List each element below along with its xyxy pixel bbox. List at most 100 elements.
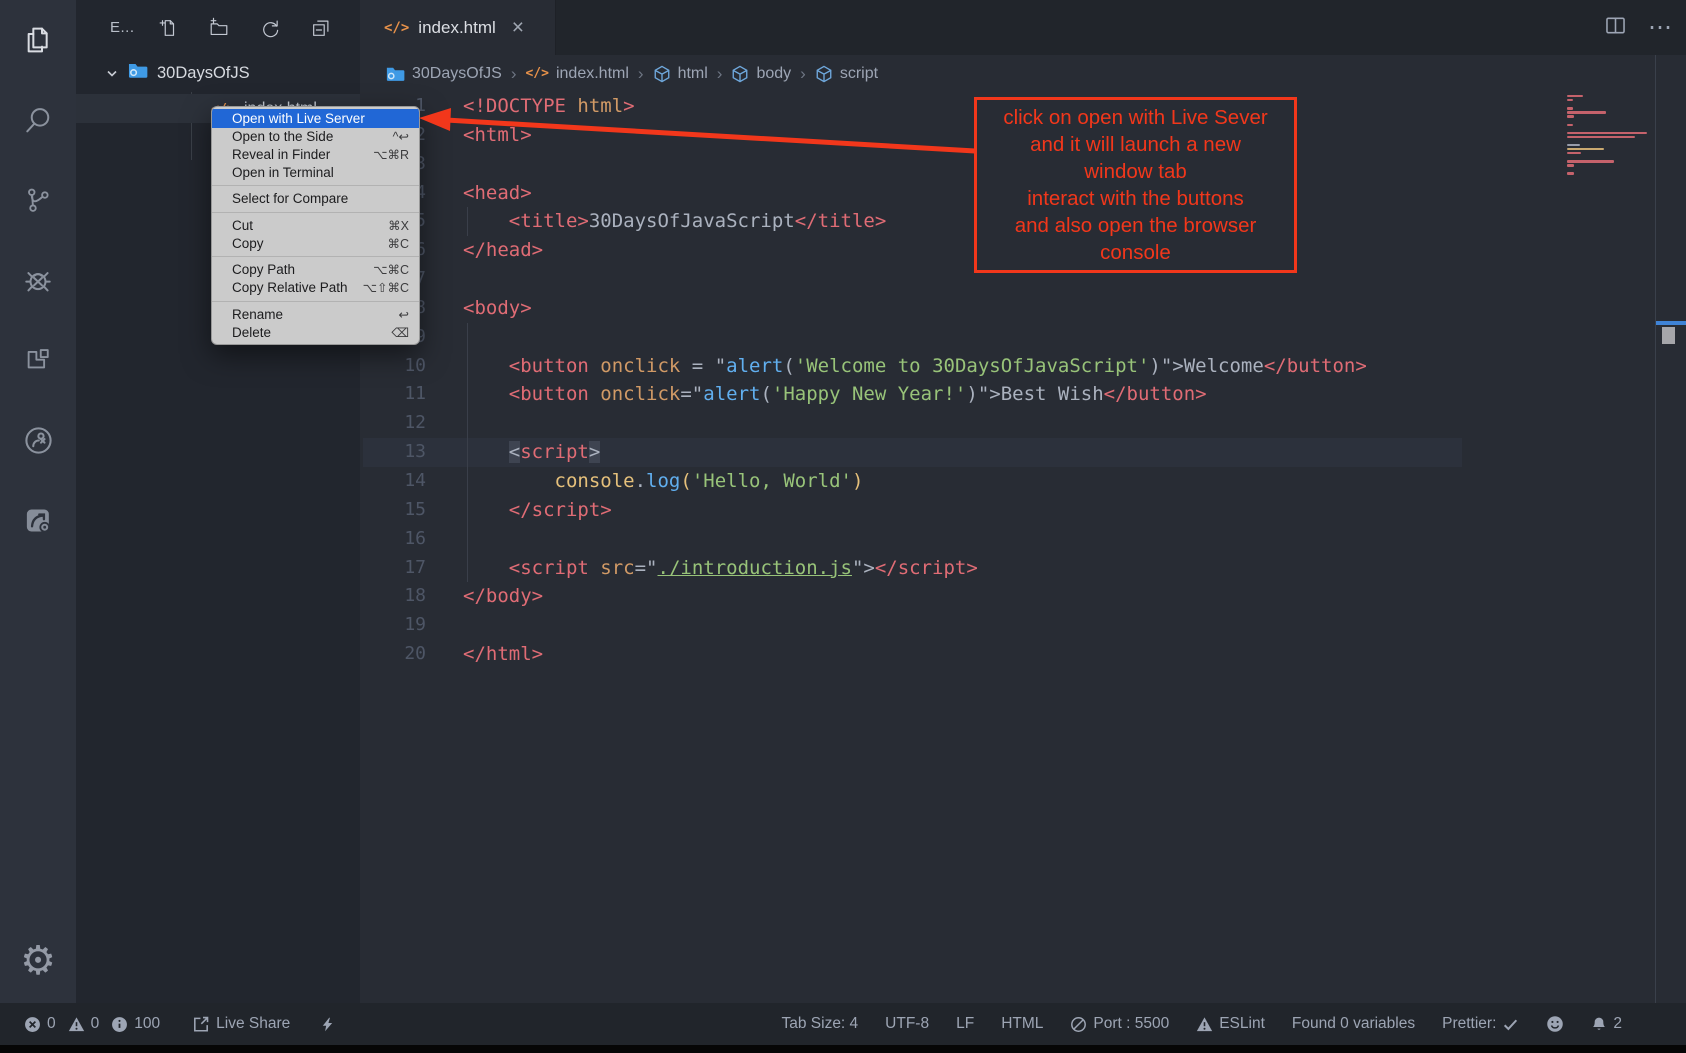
menu-item-delete[interactable]: Delete⌫: [212, 323, 419, 341]
symbol-cube-icon: [731, 65, 749, 83]
code-line-13[interactable]: 13 <script>: [360, 438, 1686, 467]
code-line-18[interactable]: 18 </body>: [360, 582, 1686, 611]
minimap-line: [1567, 132, 1647, 134]
menu-item-open-with-live-server[interactable]: Open with Live Server: [212, 109, 419, 128]
menu-item-reveal-in-finder[interactable]: Reveal in Finder⌥⌘R: [212, 146, 419, 164]
status-variables[interactable]: Found 0 variables: [1292, 1015, 1415, 1033]
menu-item-label: Copy: [232, 236, 387, 251]
status-port[interactable]: Port : 5500: [1070, 1015, 1169, 1033]
status-warnings[interactable]: 0: [68, 1015, 100, 1033]
root-folder-label: 30DaysOfJS: [157, 64, 250, 83]
code-line-14[interactable]: 14 console.log('Hello, World'): [360, 467, 1686, 496]
menu-item-copy[interactable]: Copy⌘C: [212, 234, 419, 252]
code-line-10[interactable]: 10 <button onclick = "alert('Welcome to …: [360, 352, 1686, 381]
status-errors[interactable]: 0: [24, 1015, 56, 1033]
menu-item-cut[interactable]: Cut⌘X: [212, 217, 419, 235]
status-label: LF: [956, 1015, 974, 1033]
menu-item-label: Delete: [232, 325, 391, 340]
indent-guide: [467, 323, 468, 352]
menu-item-select-for-compare[interactable]: Select for Compare: [212, 190, 419, 208]
settings-gear-icon[interactable]: ⚙: [0, 941, 76, 981]
minimap-line: [1567, 136, 1635, 138]
code-line-15[interactable]: 15 </script>: [360, 496, 1686, 525]
new-folder-icon[interactable]: [208, 17, 230, 39]
menu-item-label: Open with Live Server: [232, 111, 409, 126]
status-eol[interactable]: LF: [956, 1015, 974, 1033]
status-infos[interactable]: 100: [111, 1015, 160, 1033]
line-number: 20: [360, 640, 426, 669]
status-encoding[interactable]: UTF-8: [885, 1015, 929, 1033]
code-line-19[interactable]: 19: [360, 611, 1686, 640]
status-feedback[interactable]: [1546, 1015, 1564, 1033]
tab-close-icon[interactable]: ×: [512, 17, 524, 38]
code-line-11[interactable]: 11 <button onclick="alert('Happy New Yea…: [360, 380, 1686, 409]
code-text: </body>: [463, 582, 543, 611]
minimap-line: [1567, 160, 1614, 162]
breadcrumb-item-index.html[interactable]: </>index.html: [525, 65, 628, 83]
tab-index-html[interactable]: </> index.html ×: [360, 0, 556, 55]
tree-root-folder[interactable]: 30DaysOfJS: [76, 58, 360, 88]
code-text: </head>: [463, 236, 543, 265]
menu-separator: [212, 185, 419, 186]
menu-item-open-in-terminal[interactable]: Open in Terminal: [212, 163, 419, 181]
code-line-20[interactable]: 20</html>: [360, 640, 1686, 669]
activity-live-server[interactable]: [0, 480, 76, 560]
minimap[interactable]: [1567, 95, 1651, 177]
status-live-server-bolt[interactable]: [320, 1015, 335, 1034]
code-text: <body>: [463, 294, 532, 323]
breadcrumb-label: 30DaysOfJS: [412, 65, 502, 83]
activity-source-control[interactable]: [0, 160, 76, 240]
window-bottom-edge: [0, 1045, 1686, 1053]
breadcrumb-item-html[interactable]: html: [653, 65, 708, 83]
code-line-12[interactable]: 12: [360, 409, 1686, 438]
bolt-icon: [320, 1015, 335, 1034]
code-line-16[interactable]: 16: [360, 525, 1686, 554]
breadcrumb-item-30DaysOfJS[interactable]: 30DaysOfJS: [385, 64, 502, 84]
info-icon: [111, 1016, 128, 1033]
code-text: <!DOCTYPE html>: [463, 92, 635, 121]
status-prettier[interactable]: Prettier:: [1442, 1015, 1519, 1033]
new-file-icon[interactable]: [157, 17, 179, 39]
collapse-all-icon[interactable]: [310, 17, 332, 39]
html-file-icon: </>: [384, 20, 409, 36]
menu-item-rename[interactable]: Rename↩: [212, 306, 419, 324]
status-live-share[interactable]: Live Share: [192, 1015, 290, 1033]
indent-guide: [467, 409, 468, 438]
code-line-9[interactable]: 9: [360, 323, 1686, 352]
line-number: 18: [360, 582, 426, 611]
files-icon: [22, 24, 54, 56]
activity-search[interactable]: [0, 80, 76, 160]
activity-explorer[interactable]: [0, 0, 76, 80]
code-text: <script src="./introduction.js"></script…: [463, 554, 978, 583]
extensions-icon: [23, 345, 53, 375]
breadcrumb-item-script[interactable]: script: [815, 65, 878, 83]
code-line-8[interactable]: 8<body>: [360, 294, 1686, 323]
status-notifications[interactable]: 2: [1591, 1015, 1622, 1033]
indent-guide: [467, 525, 468, 554]
status-label: 2: [1613, 1015, 1622, 1033]
annotation-text: and also open the browser: [977, 212, 1294, 239]
activity-live-share[interactable]: [0, 400, 76, 480]
status-language-mode[interactable]: HTML: [1001, 1015, 1043, 1033]
activity-run-and-debug[interactable]: [0, 240, 76, 320]
warning-icon: [68, 1016, 85, 1033]
menu-item-copy-relative-path[interactable]: Copy Relative Path⌥⇧⌘C: [212, 279, 419, 297]
code-text: </script>: [463, 496, 612, 525]
menu-item-open-to-the-side[interactable]: Open to the Side^↩: [212, 128, 419, 146]
more-actions-icon[interactable]: ⋯: [1648, 22, 1672, 34]
status-label: UTF-8: [885, 1015, 929, 1033]
menu-item-label: Open to the Side: [232, 129, 393, 144]
menu-item-copy-path[interactable]: Copy Path⌥⌘C: [212, 261, 419, 279]
status-label: 0: [91, 1015, 100, 1033]
status-eslint[interactable]: ESLint: [1196, 1015, 1265, 1033]
menu-item-shortcut: ⌘C: [387, 236, 409, 251]
code-line-17[interactable]: 17 <script src="./introduction.js"></scr…: [360, 554, 1686, 583]
breadcrumb-separator: ›: [800, 64, 806, 84]
refresh-icon[interactable]: [259, 17, 281, 39]
scrollbar-thumb[interactable]: [1662, 327, 1675, 344]
breadcrumb-item-body[interactable]: body: [731, 65, 791, 83]
annotation-text: click on open with Live Sever: [977, 104, 1294, 131]
activity-extensions[interactable]: [0, 320, 76, 400]
status-tab-size[interactable]: Tab Size: 4: [781, 1015, 858, 1033]
split-editor-icon[interactable]: [1605, 15, 1626, 41]
